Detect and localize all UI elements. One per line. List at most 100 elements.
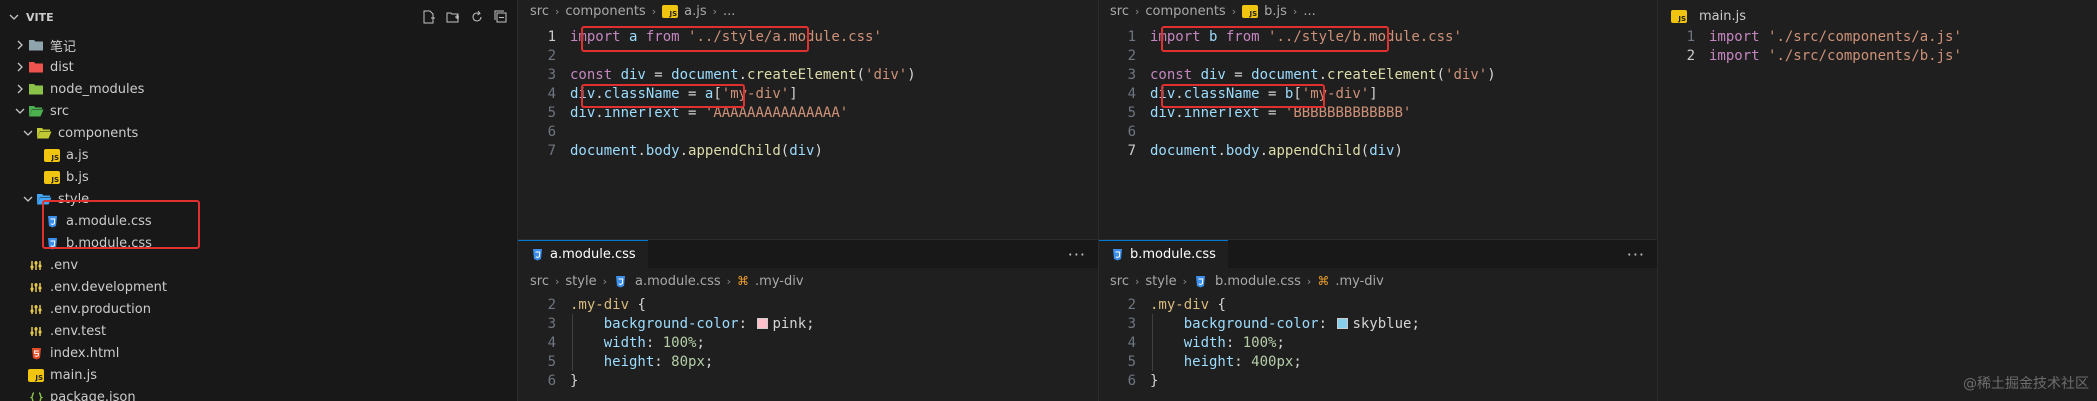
- editor-b-module-css[interactable]: b.module.css ··· src › style › b.module.css ›…: [1098, 240, 1657, 401]
- file-item[interactable]: .env.test: [0, 320, 517, 342]
- breadcrumb-item[interactable]: style: [1145, 274, 1176, 289]
- editor-main-js[interactable]: JS main.js 1 import './src/components/a.j…: [1657, 0, 2097, 401]
- file-item[interactable]: index.html: [0, 342, 517, 364]
- breadcrumb-item[interactable]: a.js: [684, 4, 706, 19]
- file-item[interactable]: JS main.js: [0, 364, 517, 386]
- more-actions-icon[interactable]: ···: [1627, 245, 1645, 264]
- code-token: .: [595, 85, 604, 102]
- code-token: (: [1360, 142, 1370, 159]
- code-line[interactable]: 6}: [1098, 371, 1657, 390]
- breadcrumb-item[interactable]: src: [530, 4, 549, 19]
- new-file-icon[interactable]: [421, 9, 437, 25]
- breadcrumb-item[interactable]: src: [1110, 4, 1129, 19]
- code-line[interactable]: 6: [518, 122, 1098, 141]
- file-item[interactable]: .env.production: [0, 298, 517, 320]
- file-item[interactable]: .env.development: [0, 276, 517, 298]
- breadcrumb-item[interactable]: style: [565, 274, 596, 289]
- code-line[interactable]: 2 .my-div {: [1098, 295, 1657, 314]
- code-line[interactable]: 2 import './src/components/b.js': [1657, 46, 2097, 65]
- code-line[interactable]: 2 .my-div {: [518, 295, 1098, 314]
- line-text: const div = document.createElement('div'…: [1136, 67, 1496, 83]
- code-line[interactable]: 5 height: 80px;: [518, 352, 1098, 371]
- file-item[interactable]: JS b.js: [0, 166, 517, 188]
- more-actions-icon[interactable]: ···: [1068, 245, 1086, 264]
- code-area[interactable]: 2 .my-div {3 background-color: skyblue; 4 …: [1098, 295, 1657, 390]
- breadcrumb-item[interactable]: b.js: [1264, 4, 1287, 19]
- pane-divider[interactable]: [1657, 0, 1658, 401]
- code-line[interactable]: 3 background-color: pink;: [518, 314, 1098, 333]
- breadcrumb-item[interactable]: src: [530, 274, 549, 289]
- breadcrumb-item[interactable]: a.module.css: [635, 274, 721, 289]
- file-item[interactable]: JS a.js: [0, 144, 517, 166]
- editor-a-js[interactable]: src › components › JS a.js ›... 1 import a from…: [518, 0, 1098, 240]
- breadcrumb-item[interactable]: components: [565, 4, 645, 19]
- code-line[interactable]: 5 div.innerText = 'AAAAAAAAAAAAAAA': [518, 103, 1098, 122]
- code-line[interactable]: 1 import b from '../style/b.module.css': [1098, 27, 1657, 46]
- breadcrumb-item[interactable]: .my-div: [1335, 274, 1384, 289]
- code-line[interactable]: 2: [1098, 46, 1657, 65]
- code-line[interactable]: 3 const div = document.createElement('div…: [1098, 65, 1657, 84]
- folder-item[interactable]: style: [0, 188, 517, 210]
- tab-b-module-css[interactable]: b.module.css: [1098, 240, 1228, 268]
- breadcrumb-item[interactable]: ...: [1303, 4, 1315, 19]
- tab-a-module-css[interactable]: a.module.css: [518, 240, 648, 268]
- chevron-right-icon: ›: [726, 274, 732, 288]
- line-text: import a from '../style/a.module.css': [556, 29, 882, 45]
- color-swatch-icon[interactable]: [757, 318, 769, 329]
- folder-item[interactable]: dist: [0, 56, 517, 78]
- chevron-right-icon: ›: [554, 4, 560, 18]
- editor-a-module-css[interactable]: a.module.css ··· src › style › a.module.css ›…: [518, 240, 1098, 401]
- file-item[interactable]: b.module.css: [0, 232, 517, 254]
- folder-item[interactable]: components: [0, 122, 517, 144]
- folder-item[interactable]: 笔记: [0, 34, 517, 56]
- code-area[interactable]: 1 import b from '../style/b.module.css' 2 3…: [1098, 27, 1657, 160]
- pane-divider-h[interactable]: [518, 239, 1657, 240]
- code-token: ;: [704, 353, 714, 370]
- code-token: from: [1225, 28, 1269, 45]
- code-line[interactable]: 1 import './src/components/a.js': [1657, 27, 2097, 46]
- folder-item[interactable]: src: [0, 100, 517, 122]
- code-line[interactable]: 6}: [518, 371, 1098, 390]
- code-line[interactable]: 7 document.body.appendChild(div): [1098, 141, 1657, 160]
- line-text: width: 100%;: [1136, 335, 1285, 351]
- line-number: 3: [547, 315, 556, 332]
- chevron-down-icon[interactable]: [6, 9, 22, 25]
- new-folder-icon[interactable]: [445, 9, 461, 25]
- code-line[interactable]: 4 width: 100%;: [1098, 333, 1657, 352]
- code-line[interactable]: 1 import a from '../style/a.module.css': [518, 27, 1098, 46]
- code-line[interactable]: 4 div.className = b['my-div']: [1098, 84, 1657, 103]
- file-item[interactable]: a.module.css: [0, 210, 517, 232]
- code-token: div: [620, 66, 655, 83]
- code-line[interactable]: 2: [518, 46, 1098, 65]
- breadcrumb-item[interactable]: ...: [723, 4, 735, 19]
- code-line[interactable]: 3 background-color: skyblue;: [1098, 314, 1657, 333]
- breadcrumb-item[interactable]: b.module.css: [1215, 274, 1301, 289]
- code-line[interactable]: 3 const div = document.createElement('div…: [518, 65, 1098, 84]
- color-swatch-icon[interactable]: [1337, 318, 1349, 329]
- code-area[interactable]: 2 .my-div {3 background-color: pink; 4 wid…: [518, 295, 1098, 390]
- folder-item[interactable]: node_modules: [0, 78, 517, 100]
- editor-b-js[interactable]: src › components › JS b.js ›... 1 import b from…: [1098, 0, 1657, 240]
- refresh-icon[interactable]: [469, 9, 485, 25]
- code-area[interactable]: 1 import a from '../style/a.module.css' 2 3…: [518, 27, 1098, 160]
- code-line[interactable]: 4 width: 100%;: [518, 333, 1098, 352]
- collapse-icon[interactable]: [493, 9, 509, 25]
- code-line[interactable]: 7 document.body.appendChild(div): [518, 141, 1098, 160]
- tree-item-label: 笔记: [50, 39, 77, 55]
- js-file-icon: JS: [1242, 4, 1259, 18]
- code-token: [: [1293, 85, 1302, 102]
- breadcrumb-item[interactable]: src: [1110, 274, 1129, 289]
- breadcrumb-item[interactable]: components: [1145, 4, 1225, 19]
- file-item[interactable]: package.json: [0, 386, 517, 401]
- explorer-actions: [421, 9, 509, 25]
- code-line[interactable]: 4 div.className = a['my-div']: [518, 84, 1098, 103]
- code-area[interactable]: 1 import './src/components/a.js' 2 import '…: [1657, 27, 2097, 65]
- code-line[interactable]: 6: [1098, 122, 1657, 141]
- file-item[interactable]: .env: [0, 254, 517, 276]
- code-line[interactable]: 5 div.innerText = 'BBBBBBBBBBBBB': [1098, 103, 1657, 122]
- code-line[interactable]: 5 height: 400px;: [1098, 352, 1657, 371]
- code-token: :: [645, 334, 663, 351]
- pane-divider[interactable]: [1098, 0, 1099, 401]
- breadcrumb-item[interactable]: .my-div: [755, 274, 804, 289]
